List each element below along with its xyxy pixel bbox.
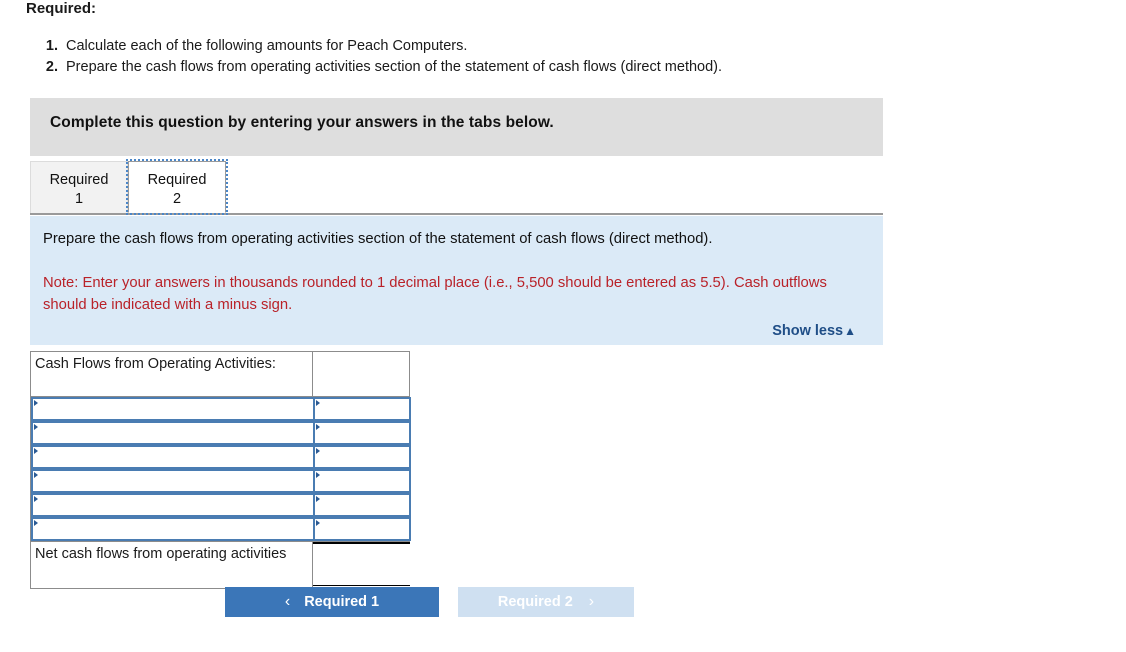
- question-banner-text: Complete this question by entering your …: [50, 114, 554, 131]
- account-select-5[interactable]: [31, 493, 313, 517]
- dropdown-caret-icon: [316, 400, 320, 406]
- instruction-panel: Prepare the cash flows from operating ac…: [30, 216, 883, 345]
- table-row-header: Cash Flows from Operating Activities:: [31, 352, 409, 397]
- requirements-list: 1. Calculate each of the following amoun…: [34, 36, 894, 78]
- dropdown-caret-icon: [34, 496, 38, 502]
- account-select-3[interactable]: [31, 445, 313, 469]
- list-item-text: Prepare the cash flows from operating ac…: [66, 59, 723, 75]
- tab-required-2-line2: 2: [172, 191, 182, 207]
- tab-navigation: ‹ Required 1 Required 2 ›: [225, 587, 634, 617]
- dropdown-caret-icon: [34, 448, 38, 454]
- dropdown-caret-icon: [316, 520, 320, 526]
- tab-required-2-line1: Required: [147, 172, 207, 188]
- table-header-amount: [313, 352, 410, 396]
- tab-required-1-line1: Required: [49, 172, 109, 188]
- amount-input-4[interactable]: [313, 469, 411, 493]
- list-item: 2. Prepare the cash flows from operating…: [34, 57, 894, 78]
- table-row: [31, 421, 411, 445]
- table-row: [31, 517, 411, 541]
- table-header-label: Cash Flows from Operating Activities:: [31, 352, 313, 396]
- table-row: [31, 445, 411, 469]
- question-banner: Complete this question by entering your …: [30, 98, 883, 156]
- amount-input-5[interactable]: [313, 493, 411, 517]
- dropdown-caret-icon: [316, 448, 320, 454]
- account-select-2[interactable]: [31, 421, 313, 445]
- total-amount: [313, 542, 410, 588]
- tab-required-1-line2: 1: [74, 191, 84, 207]
- table-row: [31, 493, 411, 517]
- show-less-link[interactable]: Show less▲: [772, 323, 856, 339]
- account-select-4[interactable]: [31, 469, 313, 493]
- dropdown-caret-icon: [316, 472, 320, 478]
- instruction-note: Note: Enter your answers in thousands ro…: [43, 275, 827, 313]
- prev-required-1-button[interactable]: ‹ Required 1: [225, 587, 439, 617]
- tab-required-2[interactable]: Required 2: [126, 159, 228, 215]
- amount-input-3[interactable]: [313, 445, 411, 469]
- list-item-number: 1.: [45, 38, 58, 54]
- amount-input-6[interactable]: [313, 517, 411, 541]
- list-item-text: Calculate each of the following amounts …: [66, 38, 468, 54]
- show-less-label: Show less: [772, 323, 844, 339]
- table-row-total: Net cash flows from operating activities: [31, 541, 410, 588]
- table-row: [31, 469, 411, 493]
- prev-required-1-label: Required 1: [304, 594, 380, 610]
- table-row: [31, 397, 411, 421]
- dropdown-caret-icon: [34, 472, 38, 478]
- list-item: 1. Calculate each of the following amoun…: [34, 36, 894, 57]
- page-title: Required:: [26, 0, 97, 17]
- tab-strip: Required 1 Required 2: [30, 159, 883, 215]
- tab-required-1[interactable]: Required 1: [30, 161, 128, 213]
- list-item-number: 2.: [45, 59, 58, 75]
- next-required-2-label: Required 2: [497, 594, 573, 610]
- account-select-6[interactable]: [31, 517, 313, 541]
- account-select-1[interactable]: [31, 397, 313, 421]
- dropdown-caret-icon: [34, 424, 38, 430]
- amount-input-1[interactable]: [313, 397, 411, 421]
- amount-input-2[interactable]: [313, 421, 411, 445]
- caret-up-icon: ▲: [844, 324, 856, 338]
- chevron-left-icon: ‹: [284, 593, 291, 610]
- dropdown-caret-icon: [34, 400, 38, 406]
- dropdown-caret-icon: [316, 424, 320, 430]
- dropdown-caret-icon: [316, 496, 320, 502]
- total-label: Net cash flows from operating activities: [31, 542, 313, 588]
- answer-table: Cash Flows from Operating Activities: Ne…: [30, 351, 411, 589]
- next-required-2-button[interactable]: Required 2 ›: [458, 587, 634, 617]
- chevron-right-icon: ›: [588, 593, 595, 610]
- dropdown-caret-icon: [34, 520, 38, 526]
- instruction-prompt: Prepare the cash flows from operating ac…: [43, 231, 713, 247]
